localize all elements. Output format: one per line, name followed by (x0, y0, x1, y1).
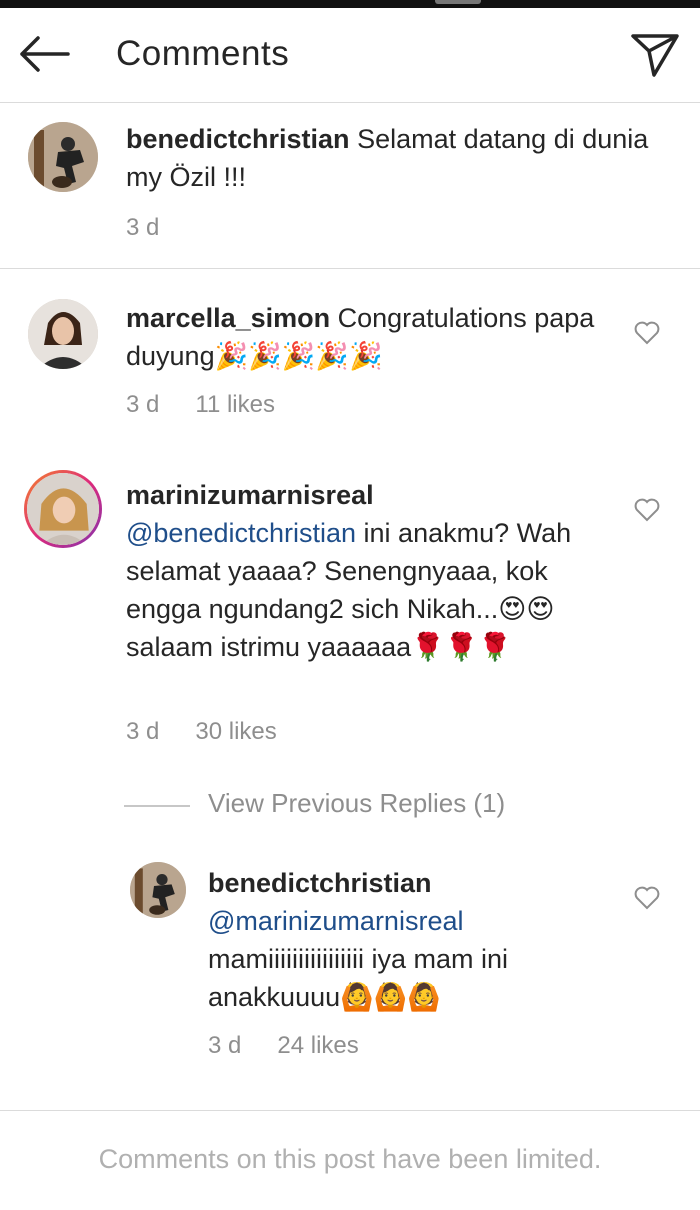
comment-username[interactable]: marinizumarnisreal (126, 480, 374, 510)
send-icon (631, 34, 679, 77)
comment-body: marcella_simon Congratulations papa duyu… (126, 299, 596, 375)
comment-time: 3 d (126, 718, 160, 745)
back-button[interactable] (18, 36, 70, 72)
reply-time: 3 d (208, 1032, 242, 1059)
comments-limited-note: Comments on this post have been limited. (98, 1144, 602, 1174)
comment-meta: 3 d (126, 214, 195, 242)
comment-meta: 3 d 30 likes (126, 718, 313, 746)
heart-icon (634, 321, 660, 345)
divider (0, 1110, 700, 1111)
user-photo-icon (28, 299, 98, 369)
comment-meta: 3 d 11 likes (126, 391, 311, 419)
comment-likes[interactable]: 30 likes (195, 718, 276, 745)
comment-time: 3 d (126, 214, 160, 241)
like-button[interactable] (634, 886, 660, 910)
like-button[interactable] (634, 498, 660, 522)
comment-username[interactable]: marcella_simon (126, 303, 330, 333)
comment-item: benedictchristian Selamat datang di duni… (0, 102, 700, 268)
comment-item: marcella_simon Congratulations papa duyu… (0, 269, 700, 429)
heart-icon (634, 886, 660, 910)
share-button[interactable] (630, 32, 680, 78)
avatar[interactable] (130, 862, 186, 918)
page-title: Comments (116, 34, 290, 73)
reply-mention[interactable]: @marinizumarnisreal (208, 906, 463, 936)
user-photo-icon (28, 122, 98, 192)
reply-item: benedictchristian @marinizumarnisreal ma… (0, 850, 700, 1080)
view-previous-label: View Previous Replies (1) (208, 788, 506, 818)
comment-body: benedictchristian Selamat datang di duni… (126, 120, 656, 196)
user-photo-icon (130, 862, 186, 918)
user-photo-icon (27, 473, 99, 545)
avatar[interactable] (24, 470, 102, 548)
arrow-left-icon (20, 36, 70, 72)
comment-item: marinizumarnisreal @benedictchristian in… (0, 450, 700, 770)
reply-body: benedictchristian @marinizumarnisreal ma… (208, 864, 588, 1016)
divider-line (124, 805, 190, 807)
comment-mention[interactable]: @benedictchristian (126, 518, 356, 548)
avatar[interactable] (28, 299, 98, 369)
reply-text: mamiiiiiiiiiiiiiiii iya mam ini anakkuuu… (208, 944, 509, 1012)
comment-time: 3 d (126, 391, 160, 418)
reply-meta: 3 d 24 likes (208, 1032, 395, 1060)
avatar[interactable] (28, 122, 98, 192)
comment-likes[interactable]: 11 likes (195, 391, 275, 418)
status-indicator (435, 0, 481, 4)
like-button[interactable] (634, 321, 660, 345)
reply-likes[interactable]: 24 likes (277, 1032, 358, 1059)
comment-body: marinizumarnisreal @benedictchristian in… (126, 476, 596, 666)
comment-username[interactable]: benedictchristian (126, 124, 350, 154)
reply-username[interactable]: benedictchristian (208, 868, 432, 898)
status-bar (0, 0, 700, 8)
heart-icon (634, 498, 660, 522)
comments-header: Comments (0, 8, 700, 103)
